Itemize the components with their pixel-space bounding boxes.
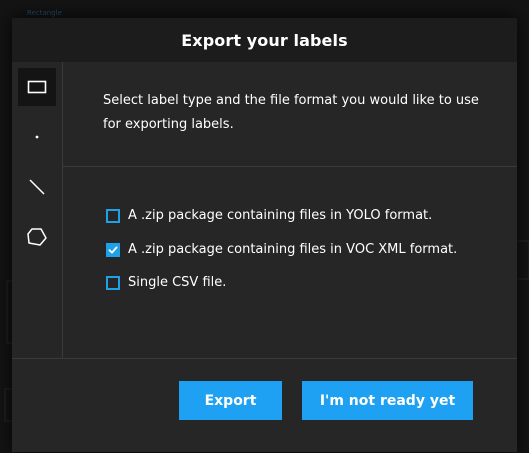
point-icon	[35, 135, 39, 139]
export-labels-dialog: Export your labels Select label type and…	[12, 18, 517, 452]
background-label: Rectangle	[27, 9, 62, 17]
option-label: A .zip package containing files in YOLO …	[128, 208, 433, 223]
dialog-footer: Export I'm not ready yet	[12, 358, 517, 453]
option-yolo[interactable]: A .zip package containing files in YOLO …	[106, 208, 432, 223]
dialog-description: Select label type and the file format yo…	[103, 93, 479, 132]
line-icon	[29, 179, 45, 195]
option-label: A .zip package containing files in VOC X…	[128, 242, 458, 257]
check-icon	[108, 246, 118, 253]
not-ready-button[interactable]: I'm not ready yet	[302, 381, 473, 420]
checkbox[interactable]	[106, 242, 120, 257]
checkbox[interactable]	[106, 208, 120, 223]
checkbox[interactable]	[106, 275, 120, 290]
description-section: Select label type and the file format yo…	[63, 62, 517, 167]
option-voc-xml[interactable]: A .zip package containing files in VOC X…	[106, 242, 457, 257]
polygon-icon	[27, 228, 47, 246]
label-type-sidebar	[12, 62, 63, 358]
tool-point[interactable]	[18, 118, 56, 156]
rectangle-icon	[27, 80, 47, 94]
dialog-header: Export your labels	[12, 18, 517, 62]
export-button[interactable]: Export	[179, 381, 282, 420]
tool-rectangle[interactable]	[18, 68, 56, 106]
option-csv[interactable]: Single CSV file.	[106, 275, 226, 290]
dialog-title: Export your labels	[181, 30, 348, 50]
option-label: Single CSV file.	[128, 275, 227, 290]
dialog-content: Select label type and the file format yo…	[63, 62, 517, 358]
tool-line[interactable]	[18, 168, 56, 206]
tool-polygon[interactable]	[18, 218, 56, 256]
